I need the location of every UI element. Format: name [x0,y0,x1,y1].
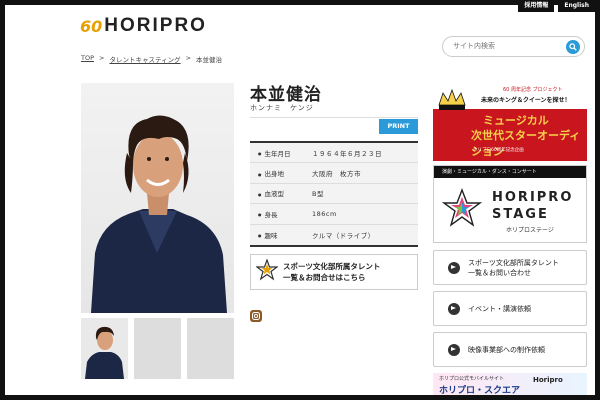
talent-portrait-image [91,115,227,313]
sidebar-link-label: 映像事業部への制作依頼 [468,345,545,354]
talent-name-kana: ホンナミ ケンジ [250,104,314,112]
sports-culture-banner[interactable]: スポーツ文化部所属タレント 一覧＆お問合せはこちら [250,254,418,290]
profile-row-hobby: 趣味 クルマ（ドライブ） [250,224,418,245]
thumbnail-3[interactable] [187,318,234,379]
stage-word-stage: STAGE [492,207,549,222]
profile-row-birthplace: 出身地 大阪府 枚方市 [250,163,418,184]
square-banner-title: ホリプロ・スクエア [439,386,521,395]
breadcrumb-top[interactable]: TOP [81,54,94,64]
breadcrumb-current: 本並健治 [196,56,223,64]
name-divider [250,117,418,118]
sidebar-link-line1: スポーツ文化部所属タレント [468,258,559,267]
stage-word-kana: ホリプロステージ [506,227,554,234]
sidebar-link-sports-talent[interactable]: スポーツ文化部所属タレント 一覧＆お問い合わせ [433,250,587,285]
profile-row-height: 身長 186cm [250,204,418,225]
profile-row-blood-type: 血液型 B型 [250,183,418,205]
musical-audition-banner[interactable]: 60 周年記念 プロジェクト 未来のキング＆クイーンを探せ！ ミュージカル 次世… [433,83,587,161]
breadcrumb-talent-casting[interactable]: タレントキャスティング [109,54,180,64]
photo-thumbnails [81,318,234,379]
arrow-circle-icon [448,261,460,274]
horipro-stage-banner[interactable]: 演劇・ミュージカル・ダンス・コンサート HORIPRO STAGE ホリプロステ… [433,165,587,243]
ad-tagline: 未来のキング＆クイーンを探せ！ [481,97,571,104]
profile-key: 血液型 [250,188,312,198]
site-search [442,36,585,57]
profile-table: 生年月日 １９６４年６月２３日 出身地 大阪府 枚方市 血液型 B型 身長 18… [250,141,418,247]
sidebar-link-video-production[interactable]: 映像事業部への制作依頼 [433,332,587,367]
ad-headline-1: ミュージカル [483,114,549,127]
arrow-circle-icon [448,343,460,356]
horipro-star-logo [251,258,283,285]
search-button[interactable] [566,40,580,54]
thumbnail-2[interactable] [134,318,181,379]
recruit-link[interactable]: 採用情報 [518,0,555,12]
top-links: 採用情報 English [518,0,595,12]
print-button[interactable]: PRINT [379,119,418,134]
ad-headline-2: 次世代スターオーディション [471,129,581,158]
search-input[interactable] [453,42,563,50]
profile-value: １９６４年６月２３日 [312,149,382,158]
logo-wordmark: HORIPRO [104,15,207,36]
ad-footnote: ホリプロ60周年記念企画 [473,148,524,153]
square-banner-logo: Horipro [533,376,563,384]
horipro-square-banner[interactable]: ホリプロ公式モバイルサイト ホリプロ・スクエア Horipro [433,373,587,395]
profile-value: クルマ（ドライブ） [312,231,375,240]
sidebar-link-label: スポーツ文化部所属タレント 一覧＆お問い合わせ [468,258,559,278]
thumbnail-portrait-image [85,326,124,379]
thumbnail-1[interactable] [81,318,128,379]
search-icon [569,43,577,51]
sports-banner-line2: 一覧＆お問合せはこちら [283,273,366,282]
colorful-star-icon [442,188,482,227]
stage-word-horipro: HORIPRO [492,190,574,205]
breadcrumb-sep-icon: > [185,54,192,62]
square-banner-caption: ホリプロ公式モバイルサイト [439,376,505,382]
crown-icon [438,88,466,110]
sidebar-link-label: イベント・講演依頼 [468,304,531,313]
profile-key: 生年月日 [250,148,312,158]
logo-60-mark: 60 [80,16,103,36]
ad-small-text: 60 周年記念 プロジェクト [503,87,563,93]
sports-banner-text: スポーツ文化部所属タレント 一覧＆お問合せはこちら [283,261,380,283]
talent-main-photo [81,83,234,313]
horipro-logo[interactable]: 60 HORIPRO [80,13,207,39]
profile-key: 出身地 [250,168,312,178]
profile-value: B型 [312,190,324,199]
instagram-icon [252,312,260,320]
profile-row-birthday: 生年月日 １９６４年６月２３日 [250,143,418,164]
profile-key: 身長 [250,209,312,219]
breadcrumb-sep-icon: > [99,54,105,62]
sidebar-link-event-lecture[interactable]: イベント・講演依頼 [433,291,587,326]
arrow-circle-icon [448,302,460,315]
sidebar-link-line2: 一覧＆お問い合わせ [468,268,531,277]
sports-banner-line1: スポーツ文化部所属タレント [283,262,381,271]
stage-banner-header: 演劇・ミュージカル・ダンス・コンサート [434,166,586,178]
instagram-link[interactable] [250,310,262,322]
breadcrumb: TOP > タレントキャスティング > 本並健治 [81,54,222,64]
talent-name: 本並健治 [250,85,322,105]
english-link[interactable]: English [558,0,595,12]
profile-key: 趣味 [250,230,312,240]
profile-value: 186cm [312,209,337,218]
profile-value: 大阪府 枚方市 [312,170,361,179]
star-icon [255,258,279,281]
